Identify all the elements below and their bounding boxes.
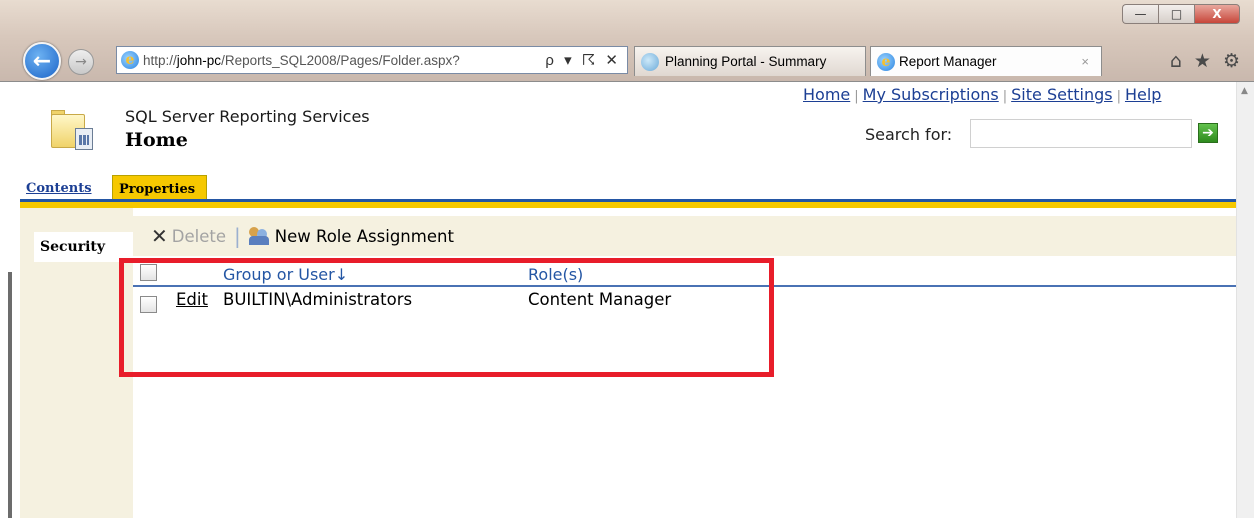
address-bar[interactable]: e http://john-pc/Reports_SQL2008/Pages/F… xyxy=(116,46,628,74)
report-manager-page: SQL Server Reporting Services Home Home |… xyxy=(20,82,1236,518)
left-edge-bar xyxy=(8,272,12,518)
tab-title: Planning Portal - Summary xyxy=(665,54,827,69)
delete-button[interactable]: Delete xyxy=(172,227,226,246)
help-link[interactable]: Help xyxy=(1125,85,1161,104)
close-button[interactable]: X xyxy=(1194,4,1240,24)
tab-planning-portal[interactable]: Planning Portal - Summary xyxy=(634,46,866,76)
my-subscriptions-link[interactable]: My Subscriptions xyxy=(863,85,999,104)
link-separator: | xyxy=(854,89,859,104)
browser-tools: ⌂ ★ ⚙ xyxy=(1170,50,1240,72)
tab-properties[interactable]: Properties xyxy=(112,175,207,202)
new-role-assignment-button[interactable]: New Role Assignment xyxy=(275,227,454,246)
page-tabs: Contents Properties xyxy=(20,175,207,202)
left-edge xyxy=(0,82,12,518)
tab-title: Report Manager xyxy=(899,54,997,69)
address-path: /Reports_SQL2008/Pages/Folder.aspx? xyxy=(221,52,460,68)
home-icon[interactable]: ⌂ xyxy=(1170,50,1182,72)
address-tools-icon[interactable]: ρ ▾ ☈ ✕ xyxy=(545,51,627,69)
tab-contents[interactable]: Contents xyxy=(20,175,112,202)
search-go-icon[interactable]: ➔ xyxy=(1198,123,1218,143)
left-nav: Security xyxy=(20,208,134,518)
site-settings-link[interactable]: Site Settings xyxy=(1011,85,1112,104)
address-host: john-pc xyxy=(176,52,222,68)
tab-close-icon[interactable]: × xyxy=(1081,54,1089,69)
scroll-up-icon[interactable]: ▲ xyxy=(1241,86,1248,96)
delete-icon: ✕ xyxy=(151,224,168,248)
tab-divider-yellow xyxy=(20,202,1236,208)
link-separator: | xyxy=(1002,89,1008,104)
minimize-button[interactable]: — xyxy=(1122,4,1158,24)
tab-report-manager[interactable]: e Report Manager × xyxy=(870,46,1102,76)
ie-logo-icon: e xyxy=(877,52,895,71)
security-toolbar: ✕ Delete | New Role Assignment xyxy=(133,216,1236,256)
top-links: Home | My Subscriptions | Site Settings | Help xyxy=(803,85,1161,104)
address-prefix: http:// xyxy=(143,52,177,68)
forward-arrow-icon[interactable]: → xyxy=(68,49,94,75)
back-arrow-icon[interactable]: ← xyxy=(23,42,61,80)
gear-icon[interactable]: ⚙ xyxy=(1223,50,1240,72)
maximize-button[interactable]: □ xyxy=(1158,4,1194,24)
search-input[interactable] xyxy=(970,119,1192,148)
highlight-rectangle xyxy=(119,258,774,377)
window-controls: — □ X xyxy=(1122,4,1240,24)
app-title: SQL Server Reporting Services xyxy=(125,107,370,126)
ie-logo-icon: e xyxy=(121,51,139,69)
sharepoint-icon xyxy=(641,52,659,71)
home-link[interactable]: Home xyxy=(803,85,850,104)
new-role-assignment-icon xyxy=(248,227,271,245)
folder-report-icon xyxy=(51,110,93,150)
search-label: Search for: xyxy=(865,125,953,144)
page-title: Home xyxy=(125,129,188,151)
favorites-star-icon[interactable]: ★ xyxy=(1194,50,1211,72)
vertical-scrollbar[interactable]: ▲ xyxy=(1236,82,1254,518)
toolbar-separator: | xyxy=(233,224,241,248)
link-separator: | xyxy=(1116,89,1121,104)
